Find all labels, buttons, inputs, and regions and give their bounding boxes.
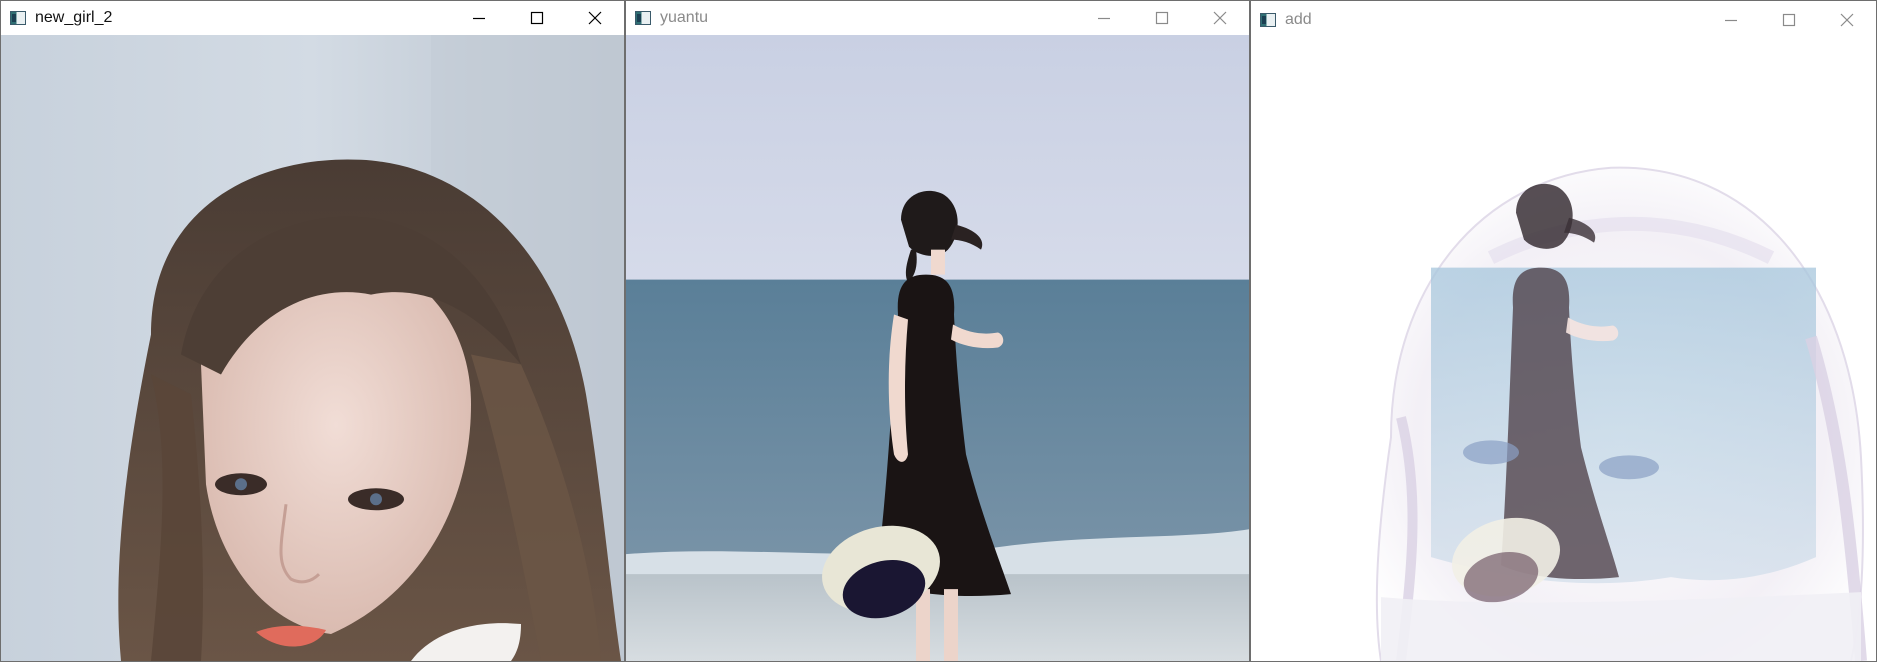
maximize-button[interactable] [1760, 1, 1818, 38]
close-button[interactable] [1191, 1, 1249, 35]
app-icon [10, 11, 26, 25]
minimize-icon [1098, 17, 1110, 20]
minimize-button[interactable] [1702, 1, 1760, 38]
close-icon [1213, 11, 1227, 25]
beach-image-art [626, 35, 1249, 661]
beach-image [626, 35, 1249, 661]
close-icon [588, 11, 602, 25]
window-controls [1075, 1, 1249, 35]
maximize-icon [1155, 11, 1169, 25]
window-controls [450, 1, 624, 35]
blended-image-art [1251, 38, 1876, 661]
close-button[interactable] [1818, 1, 1876, 38]
app-icon [1260, 12, 1276, 27]
window-title: new_girl_2 [35, 9, 113, 26]
maximize-icon [530, 11, 544, 25]
window-titlebar[interactable]: new_girl_2 [1, 1, 624, 35]
portrait-image [1, 35, 624, 661]
close-icon [1840, 13, 1854, 26]
maximize-button[interactable] [508, 1, 566, 35]
image-window-yuantu[interactable]: yuantu [625, 0, 1250, 662]
window-titlebar[interactable]: add [1251, 1, 1876, 38]
minimize-icon [473, 17, 485, 20]
blended-image [1251, 38, 1876, 661]
portrait-image-art [1, 35, 624, 661]
maximize-icon [1782, 13, 1796, 26]
window-title: add [1285, 10, 1312, 28]
window-controls [1702, 1, 1876, 38]
maximize-button[interactable] [1133, 1, 1191, 35]
window-title: yuantu [660, 9, 709, 26]
image-window-new-girl-2[interactable]: new_girl_2 [0, 0, 625, 662]
image-window-add[interactable]: add [1250, 0, 1877, 662]
window-titlebar[interactable]: yuantu [626, 1, 1249, 35]
minimize-icon [1725, 19, 1737, 21]
app-icon [635, 11, 651, 25]
minimize-button[interactable] [450, 1, 508, 35]
close-button[interactable] [566, 1, 624, 35]
minimize-button[interactable] [1075, 1, 1133, 35]
